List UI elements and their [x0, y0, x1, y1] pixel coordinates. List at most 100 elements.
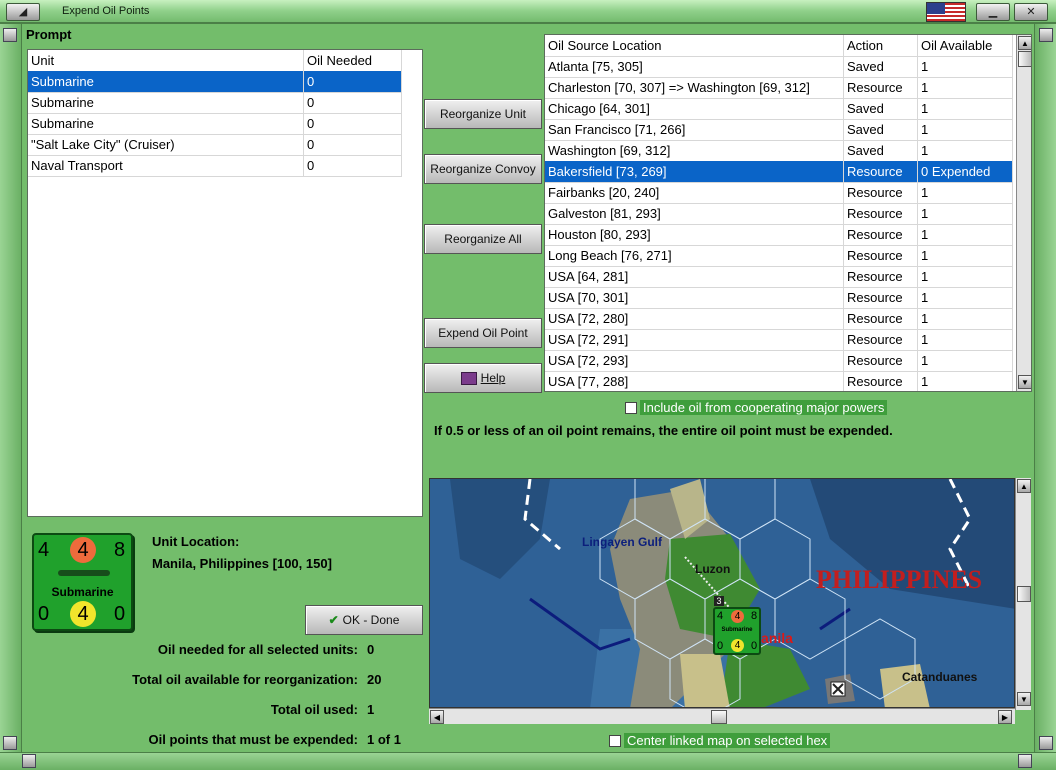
center-map-label[interactable]: Center linked map on selected hex	[624, 733, 831, 748]
column-header-oil-needed[interactable]: Oil Needed	[304, 50, 402, 71]
table-row[interactable]: Galveston [81, 293] Resource 1	[545, 203, 1013, 225]
resize-grip-icon[interactable]	[1018, 754, 1032, 768]
oil-source-location: Bakersfield [73, 269]	[545, 161, 844, 182]
table-row[interactable]: Submarine 0	[28, 92, 402, 114]
oil-source-available: 1	[918, 287, 1013, 308]
linked-map[interactable]: Lingayen Gulf Luzon PHILIPPINES anila Ca…	[429, 478, 1015, 708]
table-row[interactable]: Charleston [70, 307] => Washington [69, …	[545, 77, 1013, 99]
table-row[interactable]: Fairbanks [20, 240] Resource 1	[545, 182, 1013, 204]
table-row[interactable]: USA [72, 280] Resource 1	[545, 308, 1013, 330]
oil-source-action: Resource	[844, 287, 918, 308]
oil-source-action: Resource	[844, 224, 918, 245]
unit-location-value: Manila, Philippines [100, 150]	[152, 556, 332, 571]
submarine-silhouette-icon	[58, 570, 110, 576]
window-menu-button[interactable]: ◢	[6, 3, 40, 21]
map-horizontal-thumb[interactable]	[711, 710, 727, 724]
column-header-unit[interactable]: Unit	[28, 50, 304, 71]
column-header-action[interactable]: Action	[844, 35, 918, 56]
oil-source-action: Saved	[844, 119, 918, 140]
scroll-thumb[interactable]	[1018, 51, 1031, 67]
oil-source-location: Long Beach [76, 271]	[545, 245, 844, 266]
counter-bottom-right: 0	[114, 603, 126, 625]
scroll-down-button[interactable]: ▼	[1018, 375, 1031, 389]
oil-source-available: 1	[918, 56, 1013, 77]
help-label: Help	[480, 371, 506, 385]
column-header-oil-available[interactable]: Oil Available	[918, 35, 1013, 56]
table-row[interactable]: San Francisco [71, 266] Saved 1	[545, 119, 1013, 141]
expend-rule-text: If 0.5 or less of an oil point remains, …	[434, 423, 893, 438]
scroll-up-button[interactable]: ▲	[1018, 36, 1031, 50]
close-button[interactable]: ✕	[1014, 3, 1048, 21]
frame-right	[1034, 24, 1056, 770]
oil-needed: 0	[304, 92, 402, 113]
frame-knob-icon	[3, 28, 17, 42]
unit-name: Submarine	[28, 71, 304, 92]
include-oil-label[interactable]: Include oil from cooperating major power…	[640, 400, 888, 415]
oil-source-action: Resource	[844, 182, 918, 203]
oil-source-location: San Francisco [71, 266]	[545, 119, 844, 140]
map-scroll-right-button[interactable]: ▶	[998, 710, 1012, 724]
table-row[interactable]: Bakersfield [73, 269] Resource 0 Expended	[545, 161, 1013, 183]
counter-bottom-mid: 4	[70, 601, 96, 627]
table-row[interactable]: "Salt Lake City" (Cruiser) 0	[28, 134, 402, 156]
map-counter-tr: 8	[751, 610, 758, 622]
map-horizontal-scrollbar[interactable]: ◀ ▶	[429, 708, 1015, 724]
oil-source-available: 1	[918, 140, 1013, 161]
map-vertical-scrollbar[interactable]: ▲ ▼	[1015, 478, 1031, 710]
ok-done-button[interactable]: ✔ OK - Done	[305, 605, 423, 635]
stat-total-used-label: Total oil used:	[270, 702, 358, 717]
oil-source-scrollbar[interactable]: ▲ ▼	[1016, 35, 1031, 391]
center-map-checkbox[interactable]	[609, 735, 621, 747]
oil-source-location: USA [72, 293]	[545, 350, 844, 371]
map-counter-bm: 4	[731, 639, 744, 652]
frame-knob-icon	[1039, 28, 1053, 42]
table-row[interactable]: Naval Transport 0	[28, 155, 402, 177]
unit-location-label: Unit Location:	[152, 534, 240, 549]
reorganize-all-button[interactable]: Reorganize All	[424, 224, 542, 254]
unit-name: Submarine	[28, 92, 304, 113]
oil-source-available: 1	[918, 119, 1013, 140]
table-row[interactable]: Submarine 0	[28, 113, 402, 135]
expend-oil-point-button[interactable]: Expend Oil Point	[424, 318, 542, 348]
resize-grip-icon[interactable]	[22, 754, 36, 768]
map-unit-counter[interactable]: 4 4 8 Submarine 0 4 0	[713, 607, 761, 655]
oil-source-available: 1	[918, 203, 1013, 224]
minimize-button[interactable]: ▁	[976, 3, 1010, 21]
map-label-lingayen-gulf: Lingayen Gulf	[582, 535, 663, 549]
table-row[interactable]: Submarine 0	[28, 71, 402, 93]
help-button[interactable]: Help	[424, 363, 542, 393]
counter-bottom-left: 0	[38, 603, 50, 625]
table-row[interactable]: USA [72, 291] Resource 1	[545, 329, 1013, 351]
reorganize-unit-button[interactable]: Reorganize Unit	[424, 99, 542, 129]
unit-table[interactable]: Unit Oil Needed Submarine 0 Submarine 0 …	[27, 49, 423, 517]
map-scroll-up-button[interactable]: ▲	[1017, 479, 1031, 493]
table-row[interactable]: USA [64, 281] Resource 1	[545, 266, 1013, 288]
oil-source-location: USA [64, 281]	[545, 266, 844, 287]
help-book-icon	[460, 372, 477, 386]
frame-knob-icon	[1039, 736, 1053, 750]
map-vertical-thumb[interactable]	[1017, 586, 1031, 602]
table-row[interactable]: Washington [69, 312] Saved 1	[545, 140, 1013, 162]
map-label-philippines: PHILIPPINES	[816, 565, 983, 594]
table-row[interactable]: Chicago [64, 301] Saved 1	[545, 98, 1013, 120]
oil-source-action: Resource	[844, 203, 918, 224]
oil-source-location: Fairbanks [20, 240]	[545, 182, 844, 203]
oil-source-available: 1	[918, 371, 1013, 391]
map-label-catanduanes: Catanduanes	[902, 670, 978, 684]
include-oil-checkbox[interactable]	[625, 402, 637, 414]
table-row[interactable]: USA [70, 301] Resource 1	[545, 287, 1013, 309]
column-header-oil-source[interactable]: Oil Source Location	[545, 35, 844, 56]
table-row[interactable]: Long Beach [76, 271] Resource 1	[545, 245, 1013, 267]
table-row[interactable]: Houston [80, 293] Resource 1	[545, 224, 1013, 246]
counter-unit-name: Submarine	[51, 585, 114, 599]
map-scroll-down-button[interactable]: ▼	[1017, 692, 1031, 706]
map-scroll-left-button[interactable]: ◀	[430, 710, 444, 724]
oil-source-action: Resource	[844, 77, 918, 98]
oil-needed: 0	[304, 71, 402, 92]
reorganize-convoy-button[interactable]: Reorganize Convoy	[424, 154, 542, 184]
table-row[interactable]: USA [72, 293] Resource 1	[545, 350, 1013, 372]
table-row[interactable]: Atlanta [75, 305] Saved 1	[545, 56, 1013, 78]
table-row[interactable]: USA [77, 288] Resource 1	[545, 371, 1013, 391]
map-counter-bl: 0	[717, 640, 724, 652]
oil-source-table[interactable]: Oil Source Location Action Oil Available…	[544, 34, 1032, 392]
